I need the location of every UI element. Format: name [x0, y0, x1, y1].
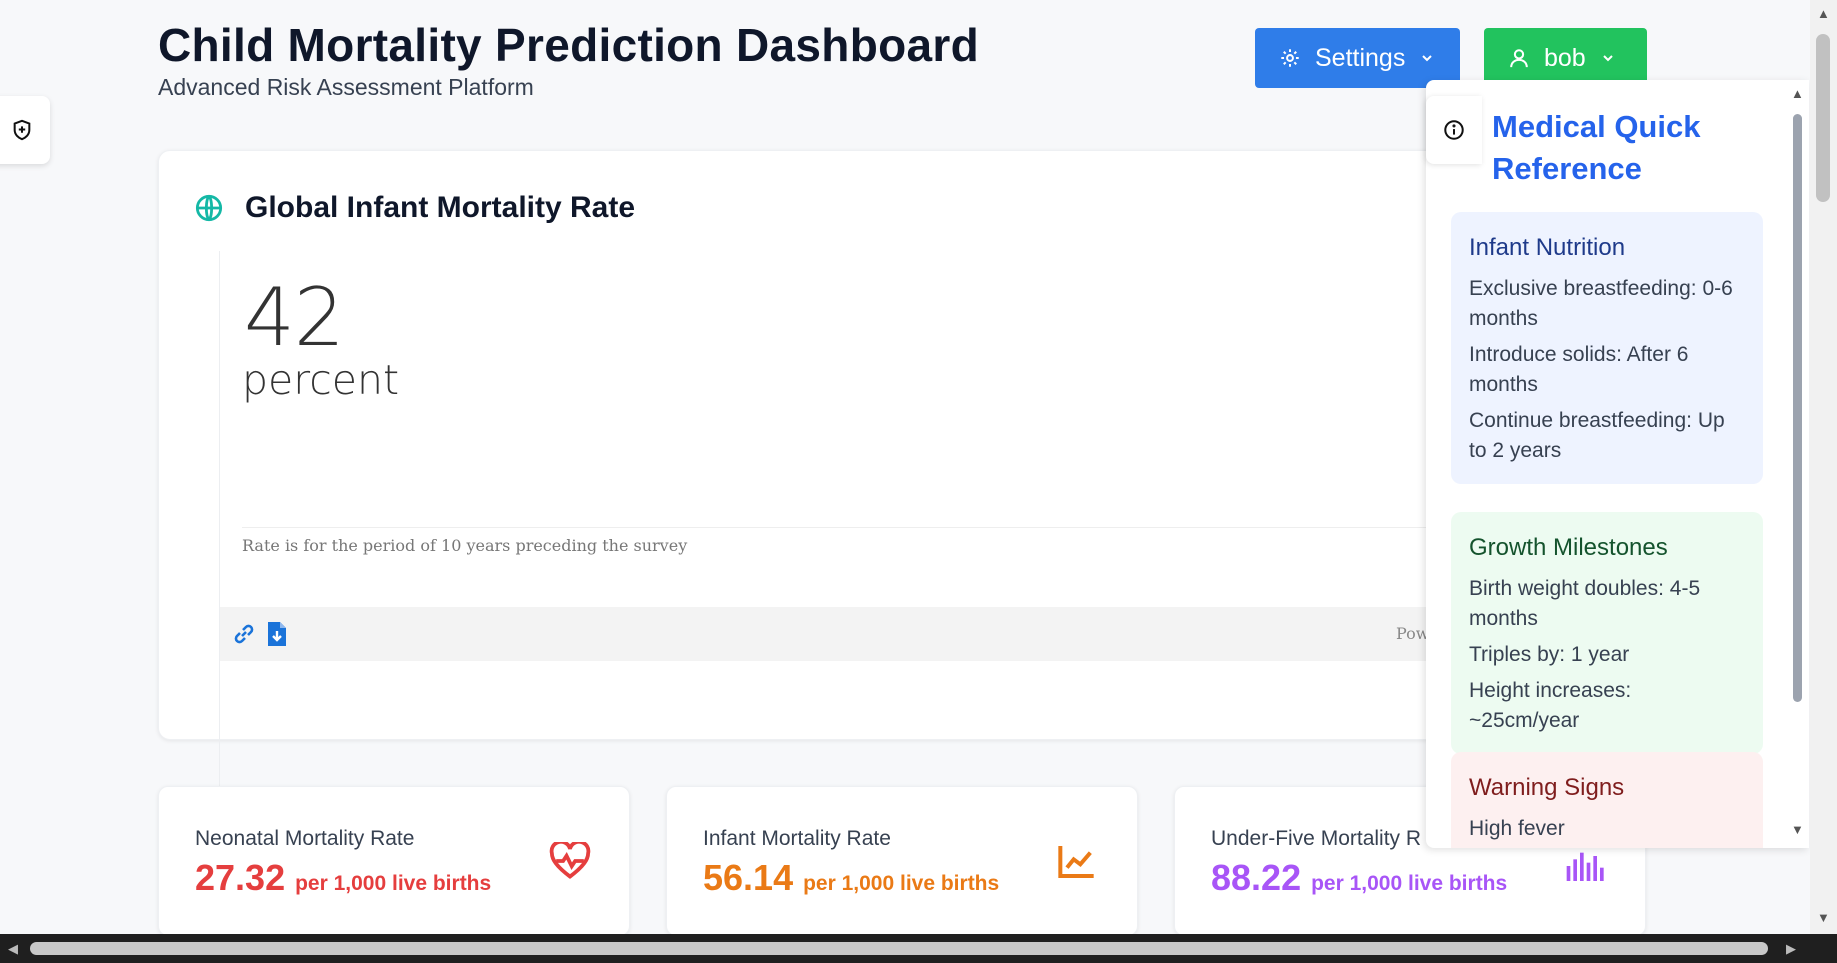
heart-pulse-icon	[549, 839, 591, 885]
page: Child Mortality Prediction Dashboard Adv…	[0, 0, 1810, 934]
widget-footer: Powered by	[220, 607, 1620, 661]
stat-label: Infant Mortality Rate	[703, 827, 891, 850]
stat-value: 88.22	[1211, 857, 1302, 898]
indicator-value: 42	[244, 271, 345, 364]
bar-chart-icon	[1565, 849, 1605, 888]
panel-title: Medical Quick Reference	[1492, 109, 1701, 186]
stat-unit: per 1,000 live births	[295, 872, 492, 895]
stat-card-infant: Infant Mortality Rate 56.14 per 1,000 li…	[666, 786, 1138, 934]
card-title: Global Infant Mortality Rate	[245, 191, 636, 224]
reference-section-warning: Warning Signs High fever	[1451, 752, 1763, 848]
settings-button[interactable]: Settings	[1255, 28, 1460, 88]
stat-card-neonatal: Neonatal Mortality Rate 27.32 per 1,000 …	[158, 786, 630, 934]
shield-plus-icon	[13, 119, 31, 141]
stat-value: 27.32	[195, 857, 286, 898]
gear-icon	[1281, 49, 1299, 67]
page-title: Child Mortality Prediction Dashboard	[158, 19, 979, 71]
scroll-left-arrow[interactable]: ◀	[8, 941, 18, 957]
scroll-right-arrow[interactable]: ▶	[1786, 941, 1796, 957]
list-item: Continue breastfeeding: Up to 2 years	[1469, 409, 1725, 462]
horizontal-scroll-thumb[interactable]	[30, 942, 1768, 955]
indicator-unit: percent	[242, 356, 400, 404]
list-item: High fever	[1469, 817, 1565, 840]
link-icon[interactable]	[232, 621, 256, 652]
scroll-down-arrow[interactable]: ▼	[1817, 910, 1830, 925]
scroll-up-arrow[interactable]: ▲	[1817, 6, 1830, 21]
panel-toggle-tab[interactable]	[1426, 96, 1482, 164]
shield-tab[interactable]	[0, 96, 50, 164]
trend-chart-icon	[1057, 842, 1097, 885]
stat-unit: per 1,000 live births	[803, 872, 1000, 895]
stat-value: 56.14	[703, 857, 794, 898]
list-item: Exclusive breastfeeding: 0-6 months	[1469, 277, 1733, 330]
indicator-footnote: Rate is for the period of 10 years prece…	[242, 536, 688, 555]
list-item: Triples by: 1 year	[1469, 643, 1630, 666]
global-infant-mortality-card: Global Infant Mortality Rate 42 percent …	[158, 150, 1642, 811]
user-icon	[1510, 49, 1528, 68]
scroll-up-arrow[interactable]: ▲	[1791, 86, 1804, 101]
panel-scroll-thumb[interactable]	[1793, 114, 1802, 702]
embedded-indicator-widget: 42 percent Rate is for the period of 10 …	[219, 251, 1642, 811]
list-item: Introduce solids: After 6 months	[1469, 343, 1689, 396]
globe-icon	[195, 194, 223, 222]
user-menu-button[interactable]: bob	[1484, 28, 1647, 88]
window-horizontal-scrollbar[interactable]: ◀ ▶	[0, 934, 1837, 963]
stat-label: Neonatal Mortality Rate	[195, 827, 415, 850]
user-name: bob	[1544, 43, 1586, 72]
window-vertical-scrollbar[interactable]: ▲ ▼	[1810, 0, 1837, 934]
list-item: Height increases: ~25cm/year	[1469, 679, 1632, 732]
info-icon	[1444, 120, 1464, 140]
section-title: Infant Nutrition	[1469, 234, 1626, 261]
reference-section-nutrition: Infant Nutrition Exclusive breastfeeding…	[1451, 212, 1763, 484]
card-header: Global Infant Mortality Rate	[195, 191, 635, 225]
panel-scrollbar[interactable]: ▲ ▼	[1786, 80, 1808, 848]
scroll-down-arrow[interactable]: ▼	[1791, 822, 1804, 837]
list-item: Birth weight doubles: 4-5 months	[1469, 577, 1701, 630]
download-file-icon[interactable]	[266, 621, 288, 652]
reference-section-growth: Growth Milestones Birth weight doubles: …	[1451, 512, 1763, 754]
medical-quick-reference-panel: Medical Quick Reference Infant Nutrition…	[1426, 80, 1809, 848]
section-title: Warning Signs	[1469, 774, 1625, 801]
vertical-scroll-thumb[interactable]	[1816, 34, 1830, 202]
chevron-down-icon	[1603, 55, 1613, 62]
settings-label: Settings	[1315, 43, 1406, 72]
page-subtitle: Advanced Risk Assessment Platform	[158, 74, 534, 100]
stat-label: Under-Five Mortality R	[1211, 827, 1422, 850]
stat-unit: per 1,000 live births	[1311, 872, 1508, 895]
section-title: Growth Milestones	[1469, 534, 1668, 561]
chevron-down-icon	[1422, 55, 1433, 62]
